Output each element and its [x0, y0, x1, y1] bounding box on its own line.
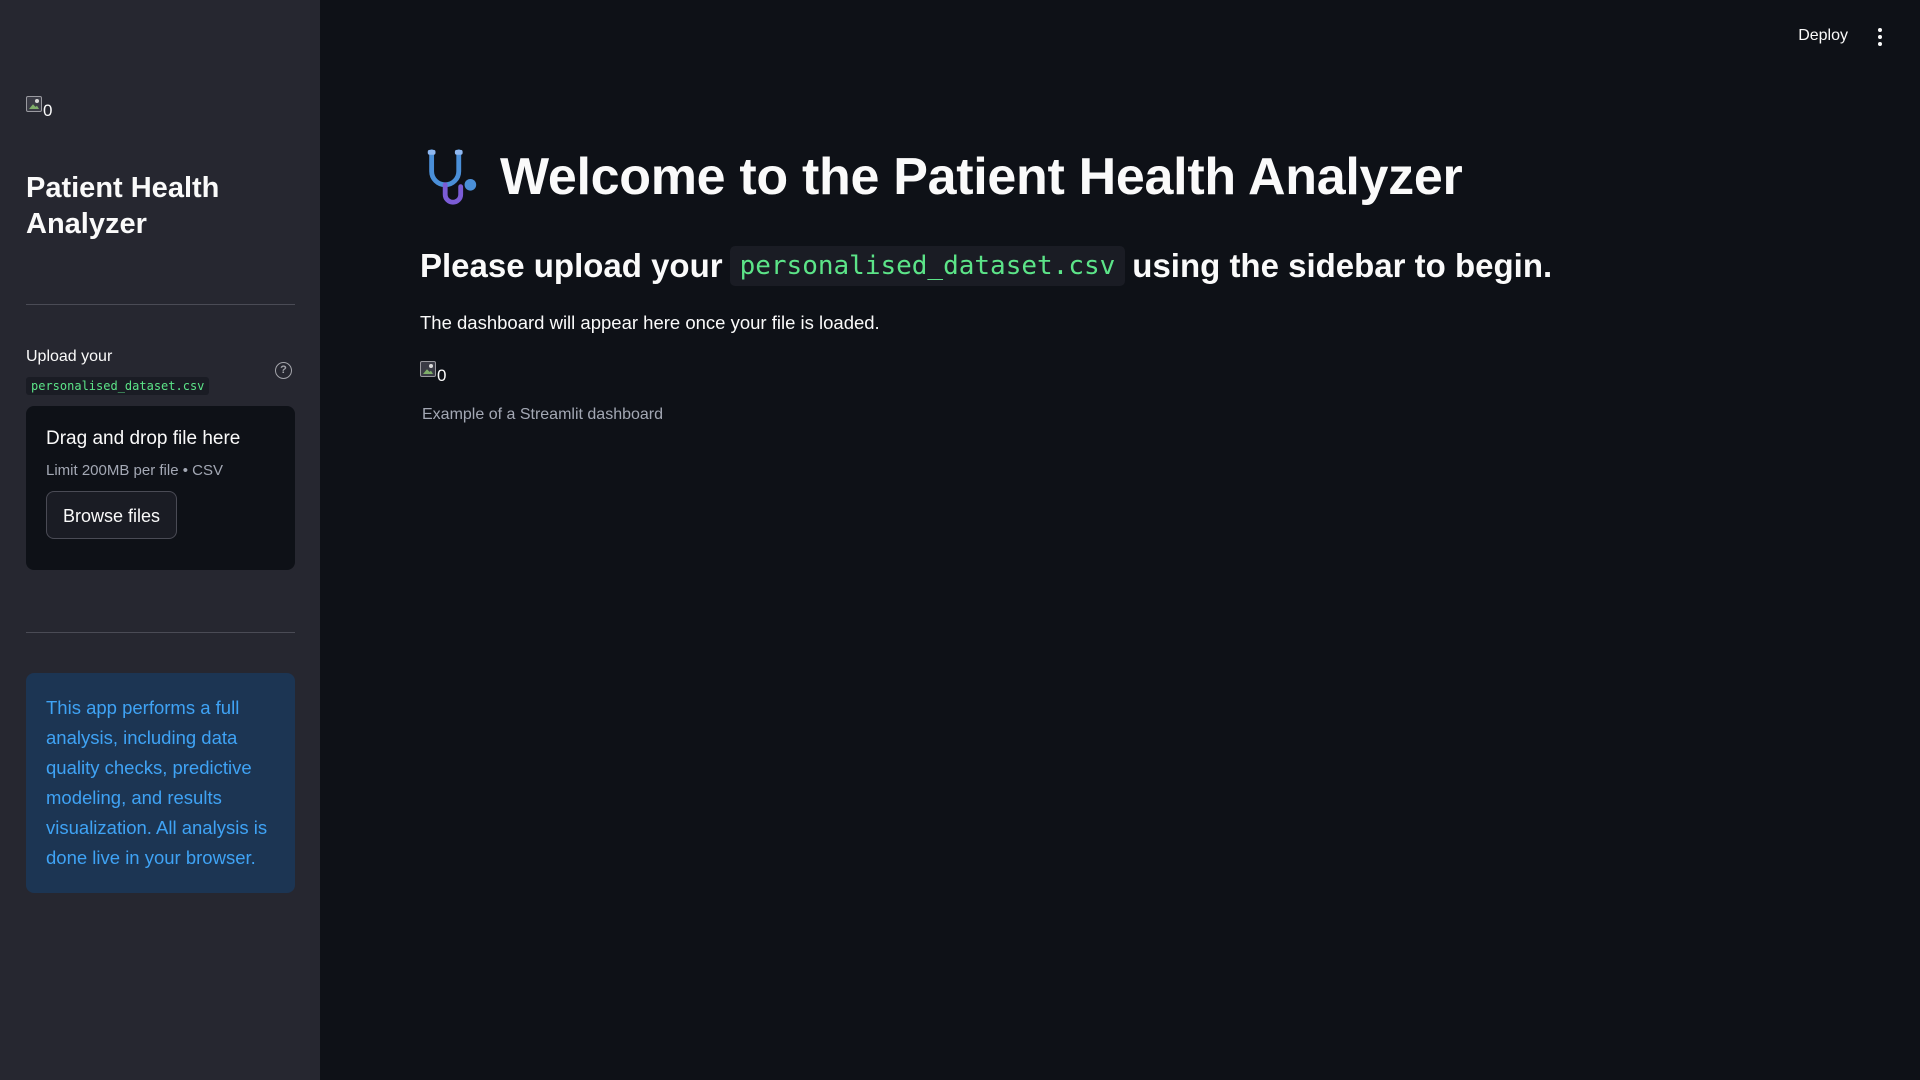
- kebab-menu-icon[interactable]: [1877, 28, 1883, 46]
- broken-image-icon: [420, 361, 436, 377]
- page-title: Welcome to the Patient Health Analyzer: [500, 148, 1463, 206]
- sidebar: 0 Patient Health Analyzer Upload your pe…: [0, 0, 320, 1080]
- subheading: Please upload your personalised_dataset.…: [420, 246, 1552, 286]
- info-alert: This app performs a full analysis, inclu…: [26, 673, 295, 893]
- sidebar-title: Patient Health Analyzer: [26, 172, 220, 240]
- example-image-alt: 0: [437, 366, 447, 385]
- broken-image-icon: [26, 96, 42, 112]
- sidebar-logo-image: 0: [26, 96, 52, 119]
- browse-files-button[interactable]: Browse files: [46, 491, 178, 539]
- file-dropzone[interactable]: Drag and drop file here Limit 200MB per …: [26, 406, 295, 570]
- example-dashboard-image: 0: [420, 361, 446, 384]
- sidebar-divider: [26, 304, 295, 305]
- app-root: 0 Patient Health Analyzer Upload your pe…: [0, 0, 1920, 1080]
- page-title-row: Welcome to the Patient Health Analyzer: [420, 146, 1463, 208]
- dropzone-title: Drag and drop file here: [46, 428, 241, 449]
- dropzone-limit: Limit 200MB per file • CSV: [46, 462, 223, 479]
- deploy-button[interactable]: Deploy: [1798, 27, 1848, 45]
- upload-label: Upload your: [26, 348, 113, 365]
- subheading-prefix: Please upload your: [420, 247, 723, 284]
- body-text: The dashboard will appear here once your…: [420, 312, 880, 333]
- sidebar-divider: [26, 632, 295, 633]
- help-icon[interactable]: ?: [275, 362, 292, 379]
- main-content: Deploy Welcome to the Patient Health Ana…: [320, 0, 1920, 1080]
- stethoscope-icon: [427, 149, 477, 205]
- sidebar-logo-alt: 0: [43, 101, 53, 120]
- info-alert-text: This app performs a full analysis, inclu…: [46, 697, 268, 868]
- subheading-code: personalised_dataset.csv: [729, 246, 1126, 286]
- upload-filename-code: personalised_dataset.csv: [26, 377, 210, 395]
- subheading-suffix: using the sidebar to begin.: [1132, 247, 1553, 284]
- image-caption: Example of a Streamlit dashboard: [422, 406, 664, 423]
